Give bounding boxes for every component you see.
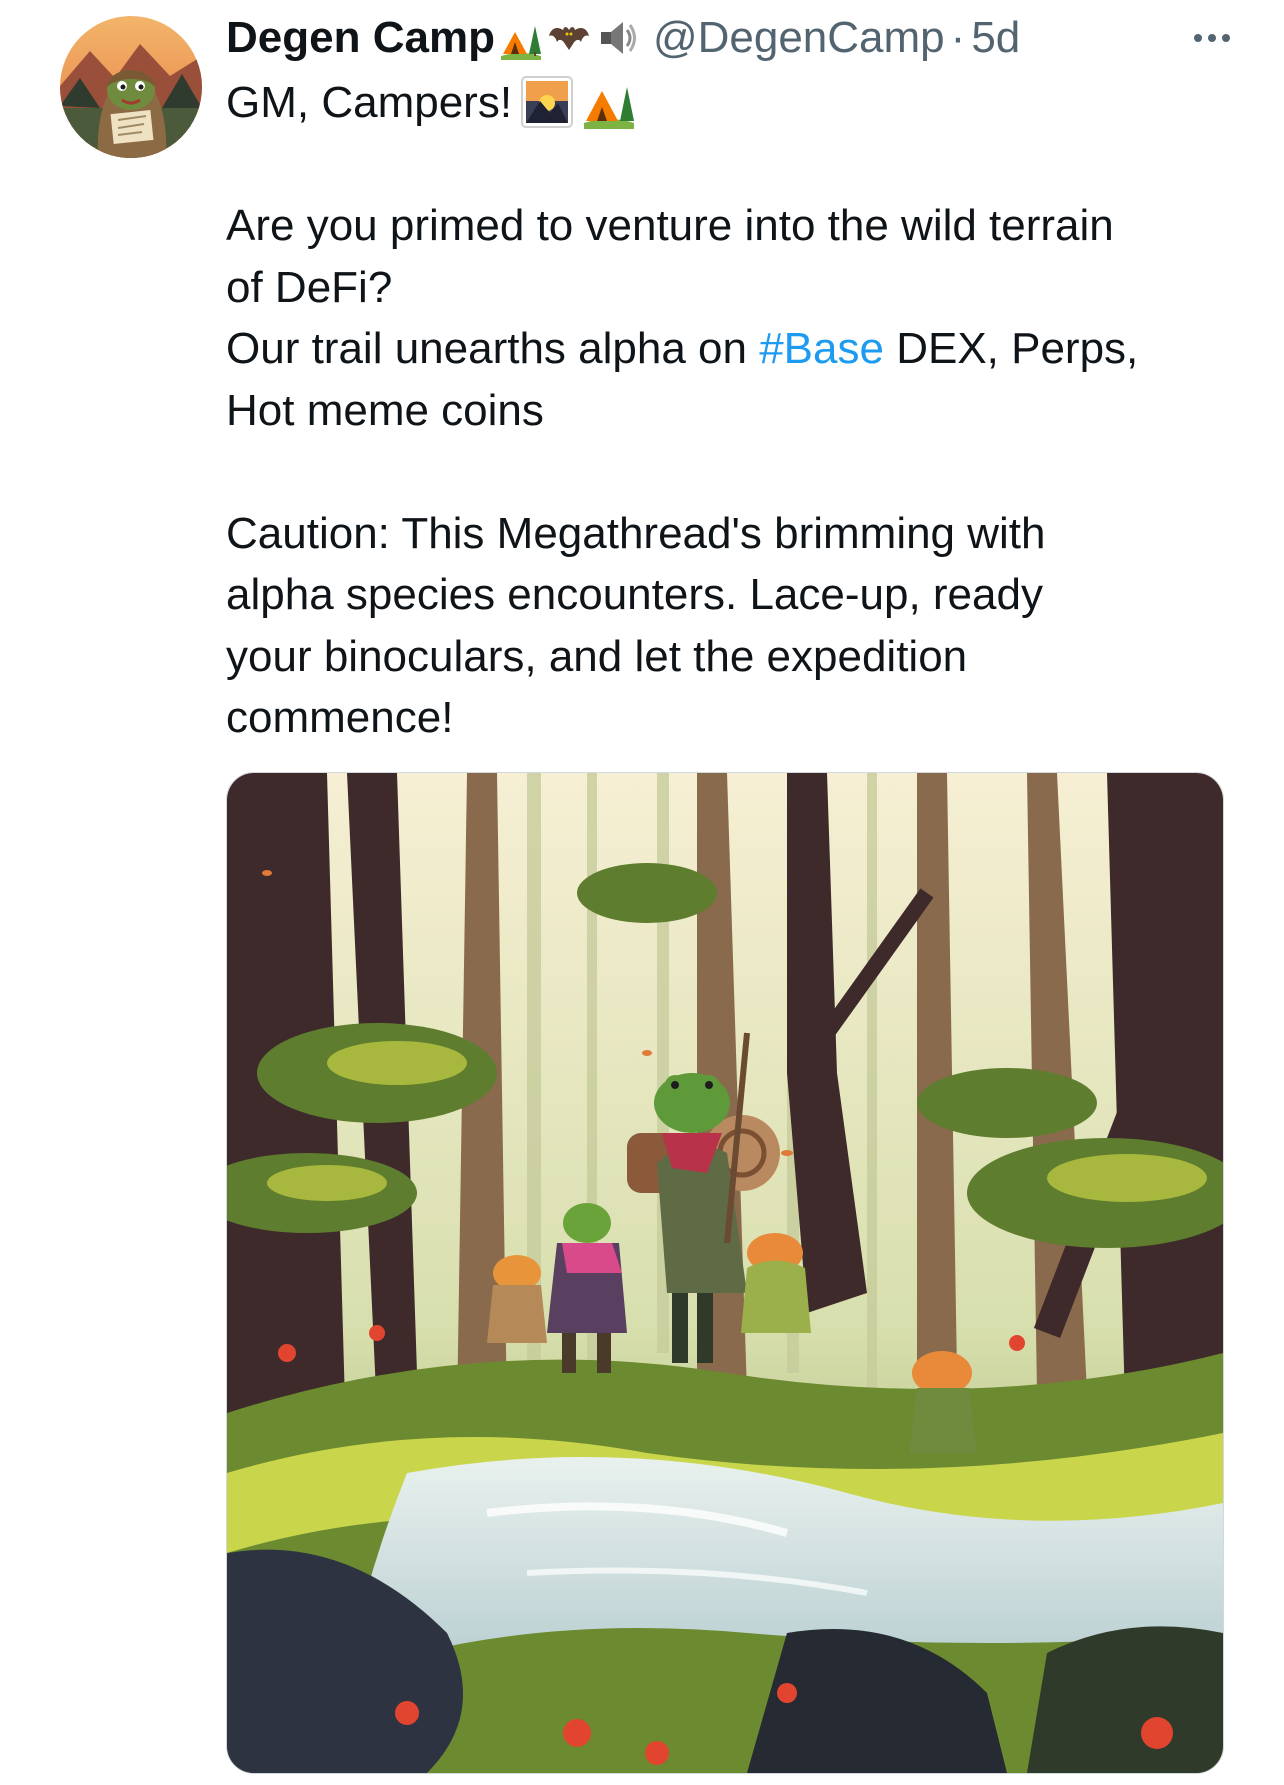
tweet-line-4: Our trail unearths alpha on #Base DEX, P…	[226, 318, 1236, 380]
greeting-text: GM, Campers!	[226, 78, 513, 127]
ellipsis-icon[interactable]	[1188, 18, 1236, 58]
bat-icon	[548, 27, 589, 50]
camping-icon	[500, 26, 541, 60]
speaker-icon	[600, 22, 636, 54]
separator-dot: ·	[950, 13, 966, 62]
handle[interactable]: @DegenCamp	[653, 13, 945, 63]
tweet-line-7: alpha species encounters. Lace-up, ready	[226, 570, 1043, 619]
tweet-text: GM, Campers! Are you primed to venture i…	[226, 72, 1236, 749]
tweet-line-6: Caution: This Megathread's brimming with	[226, 508, 1046, 558]
tweet-line-9: commence!	[226, 693, 454, 742]
forest-frogs-illustration	[227, 773, 1223, 1773]
tweet[interactable]: Degen Camp @DegenCamp · 5d GM, Campers! …	[0, 0, 1284, 1785]
timestamp[interactable]: 5d	[971, 13, 1020, 63]
tweet-line-8: your binoculars, and let the expedition	[226, 631, 968, 681]
hashtag-base-link[interactable]: #Base	[759, 324, 884, 373]
avatar-image	[60, 16, 202, 158]
tweet-media-image[interactable]	[226, 772, 1224, 1774]
avatar[interactable]	[60, 16, 202, 158]
tweet-line-1: GM, Campers!	[226, 72, 1236, 134]
display-name[interactable]: Degen Camp	[226, 13, 495, 63]
tweet-line-5: Hot meme coins	[226, 385, 544, 435]
tweet-line-2: Are you primed to venture into the wild …	[226, 201, 1114, 250]
camping-icon	[584, 87, 635, 129]
tweet-line-3: of DeFi?	[226, 262, 393, 312]
sunrise-mountains-icon	[521, 76, 574, 128]
tweet-header: Degen Camp @DegenCamp · 5d	[226, 12, 1236, 64]
line-4-tail-text: DEX, Perps,	[883, 324, 1139, 373]
line-4-lead-text: Our trail unearths alpha on	[226, 324, 760, 373]
